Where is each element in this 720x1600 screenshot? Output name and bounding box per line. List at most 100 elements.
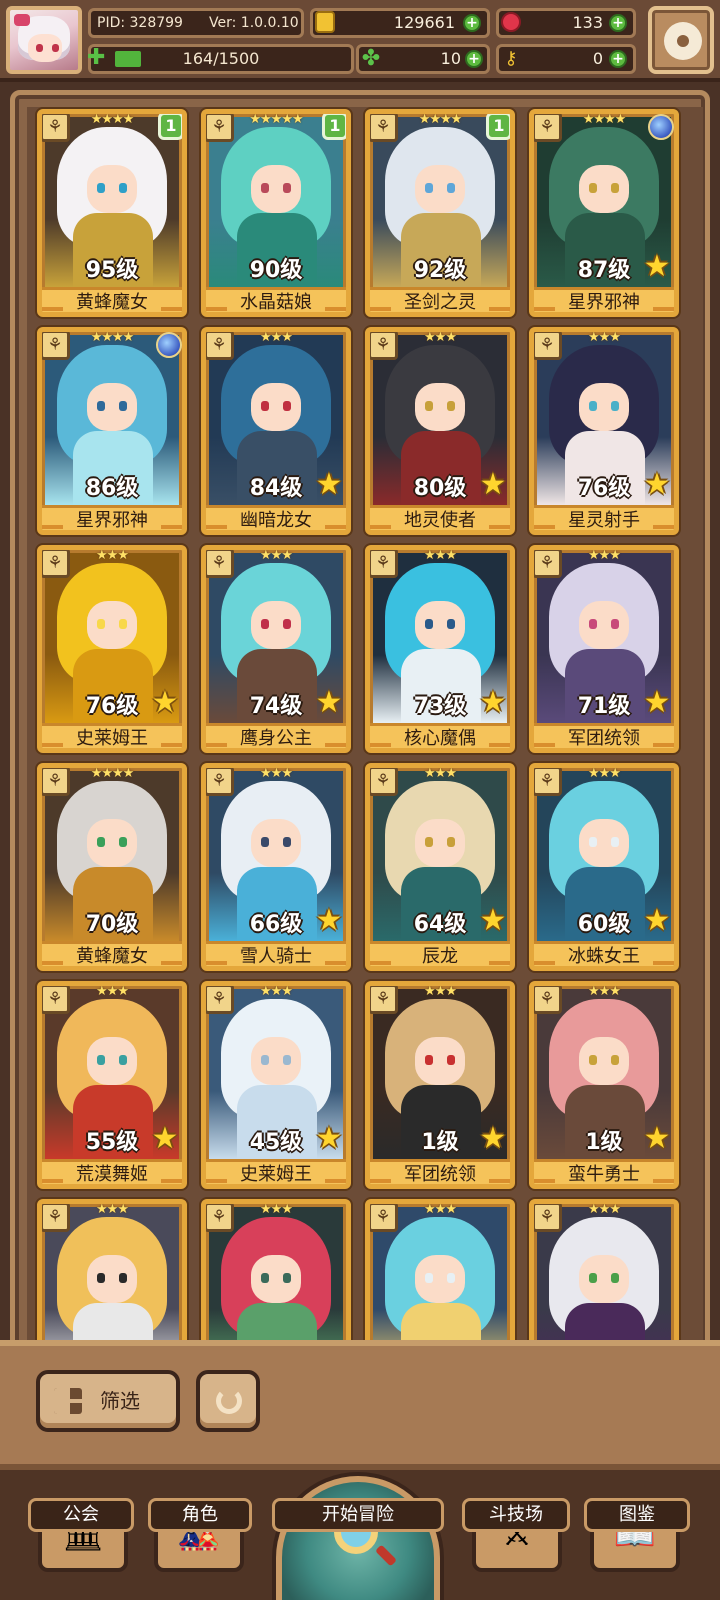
character-card[interactable]: ★★★ ⚘	[201, 1199, 351, 1353]
character-name: 雪人骑士	[206, 941, 346, 966]
class-type-icon: ⚘	[42, 768, 70, 796]
version-label: Ver: 1.0.0.10	[209, 15, 299, 31]
character-card[interactable]: ★★★⚘★▲76级史莱姆王	[37, 545, 187, 753]
filter-toolbar: 筛选	[0, 1340, 720, 1470]
character-name: 圣剑之灵	[370, 287, 510, 312]
gold-bar: 129661 +	[310, 8, 490, 38]
add-key-button[interactable]: +	[609, 50, 627, 68]
character-name: 星界邪神	[534, 287, 674, 312]
character-card[interactable]: ★★★⚘★▲66级雪人骑士	[201, 763, 351, 971]
element-orb-icon	[156, 332, 182, 358]
class-type-icon: ⚘	[534, 986, 562, 1014]
class-type-icon: ⚘	[206, 1204, 234, 1232]
character-level: 60级	[577, 912, 631, 937]
character-level: 55级	[85, 1130, 139, 1155]
class-type-icon: ⚘	[206, 332, 234, 360]
clover-amount: 10	[440, 49, 461, 68]
character-name: 史莱姆王	[42, 723, 182, 748]
character-name: 荒漠舞姬	[42, 1159, 182, 1184]
character-name: 核心魔偶	[370, 723, 510, 748]
character-level: 76级	[577, 476, 631, 501]
character-card[interactable]: ★★★★ ⚘ 1 95级 黄蜂魔女	[37, 109, 187, 317]
player-avatar[interactable]	[6, 6, 82, 74]
character-name: 幽暗龙女	[206, 505, 346, 530]
add-gold-button[interactable]: +	[463, 14, 481, 32]
character-card[interactable]: ★★★ ⚘	[37, 1199, 187, 1353]
key-icon: ⚷	[504, 48, 518, 69]
character-card[interactable]: ★★★★★ ⚘ 1 90级 水晶菇娘	[201, 109, 351, 317]
nav-guild-label: 公会	[28, 1498, 134, 1532]
nav-codex-label: 图鉴	[584, 1498, 690, 1532]
character-card[interactable]: ★★★⚘★▲64级辰龙	[365, 763, 515, 971]
character-card[interactable]: ★★★⚘★▲76级星灵射手	[529, 327, 679, 535]
class-type-icon: ⚘	[42, 986, 70, 1014]
class-type-icon: ⚘	[534, 1204, 562, 1232]
character-card[interactable]: ★★★⚘★▲71级军团统领	[529, 545, 679, 753]
class-type-icon: ⚘	[370, 550, 398, 578]
nav-adventure-label: 开始冒险	[272, 1498, 444, 1532]
nav-characters-label: 角色	[148, 1498, 252, 1532]
character-card[interactable]: ★★★⚘★▲1级军团统领	[365, 981, 515, 1189]
character-level: 1级	[421, 1130, 459, 1155]
upgrade-count-badge: 1	[322, 114, 346, 140]
character-card[interactable]: ★★★ ⚘ ★ 84级 幽暗龙女	[201, 327, 351, 535]
top-hud: PID: 328799 Ver: 1.0.0.10 129661 + 133 +…	[0, 0, 720, 82]
character-grid[interactable]: ★★★★ ⚘ 1 95级 黄蜂魔女 ★★★★★ ⚘ 1 90级 水晶菇娘 ★★★★ ⚘ 1 92级 圣剑之灵…	[27, 107, 703, 1353]
character-level: 71级	[577, 694, 631, 719]
class-type-icon: ⚘	[534, 768, 562, 796]
character-name: 军团统领	[534, 723, 674, 748]
character-name: 水晶菇娘	[206, 287, 346, 312]
character-card[interactable]: ★★★⚘★▲60级冰蛛女王	[529, 763, 679, 971]
element-orb-icon	[648, 114, 674, 140]
character-name: 冰蛛女王	[534, 941, 674, 966]
class-type-icon: ⚘	[370, 1204, 398, 1232]
class-type-icon: ⚘	[206, 550, 234, 578]
nav-arena-label: 斗技场	[462, 1498, 570, 1532]
character-name: 鹰身公主	[206, 723, 346, 748]
character-level: 80级	[413, 476, 467, 501]
nav-adventure[interactable]	[276, 1476, 440, 1600]
class-type-icon: ⚘	[42, 1204, 70, 1232]
xp-amount: 164/1500	[182, 49, 260, 68]
class-type-icon: ⚘	[42, 550, 70, 578]
character-level: 84级	[249, 476, 303, 501]
character-card[interactable]: ★★★★ ⚘ 86级 星界邪神	[37, 327, 187, 535]
class-type-icon: ⚘	[42, 114, 70, 142]
character-card[interactable]: ★★★⚘★▲80级地灵使者	[365, 327, 515, 535]
character-card[interactable]: ★★★⚘★▲73级核心魔偶	[365, 545, 515, 753]
character-card[interactable]: ★★★ ⚘	[529, 1199, 679, 1353]
character-name: 辰龙	[370, 941, 510, 966]
clover-icon: ✤	[361, 46, 381, 71]
class-type-icon: ⚘	[534, 550, 562, 578]
add-gem-button[interactable]: +	[609, 14, 627, 32]
character-level: 64级	[413, 912, 467, 937]
character-level: 92级	[413, 258, 467, 283]
gem-bar: 133 +	[496, 8, 636, 38]
character-card[interactable]: ★★★⚘★▲55级荒漠舞姬	[37, 981, 187, 1189]
character-level: 70级	[85, 912, 139, 937]
character-card[interactable]: ★★★⚘★▲45级史莱姆王	[201, 981, 351, 1189]
character-card[interactable]: ★★★★ ⚘ 1 92级 圣剑之灵	[365, 109, 515, 317]
character-name: 史莱姆王	[206, 1159, 346, 1184]
settings-button[interactable]	[648, 6, 714, 74]
key-amount: 0	[592, 49, 603, 68]
character-card[interactable]: ★★★⚘★▲74级鹰身公主	[201, 545, 351, 753]
class-type-icon: ⚘	[206, 986, 234, 1014]
character-card[interactable]: ★★★⚘★▲1级蛮牛勇士	[529, 981, 679, 1189]
refresh-icon	[216, 1388, 242, 1414]
character-name: 星灵射手	[534, 505, 674, 530]
add-clover-button[interactable]: +	[465, 50, 483, 68]
class-type-icon: ⚘	[370, 332, 398, 360]
refresh-button[interactable]	[196, 1370, 260, 1432]
gold-amount: 129661	[393, 13, 455, 32]
upgrade-count-badge: 1	[158, 114, 182, 140]
character-level: 45级	[249, 1130, 303, 1155]
filter-button[interactable]: 筛选	[36, 1370, 180, 1432]
character-card[interactable]: ★★★ ⚘	[365, 1199, 515, 1353]
character-name: 黄蜂魔女	[42, 941, 182, 966]
character-card[interactable]: ★★★★⚘▲70级黄蜂魔女	[37, 763, 187, 971]
character-level: 90级	[249, 258, 303, 283]
clover-bar: ✤ 10 +	[356, 44, 490, 74]
key-bar: ⚷ 0 +	[496, 44, 636, 74]
character-card[interactable]: ★★★★ ⚘ ★ 87级 星界邪神	[529, 109, 679, 317]
